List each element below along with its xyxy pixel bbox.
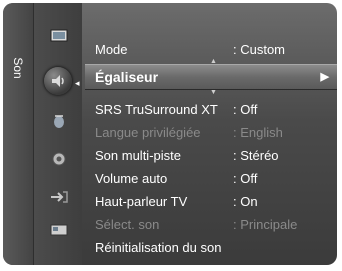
- application-icon[interactable]: [48, 219, 70, 241]
- side-tab: Son: [3, 3, 34, 265]
- menu-item-multipiste[interactable]: Son multi-piste : Stéréo: [85, 145, 337, 165]
- menu-item-srs[interactable]: SRS TruSurround XT : Off: [85, 99, 337, 119]
- scroll-down-icon: ▼: [210, 89, 217, 96]
- menu-item-label: Sélect. son: [95, 217, 160, 232]
- menu-item-value: : Custom: [233, 42, 286, 57]
- menu-item-mode[interactable]: Mode : Custom: [85, 39, 337, 59]
- menu-item-value: : On: [233, 194, 258, 209]
- selected-indicator-icon: ◂: [75, 78, 80, 88]
- submenu-arrow-icon: ▶: [320, 71, 329, 83]
- channel-icon[interactable]: [48, 110, 70, 132]
- menu-item-reinitialisation[interactable]: Réinitialisation du son: [85, 237, 337, 257]
- menu-item-value: : English: [233, 125, 283, 140]
- menu-item-volume-auto[interactable]: Volume auto : Off: [85, 168, 337, 188]
- menu-item-value: : Off: [233, 102, 258, 117]
- input-icon[interactable]: [48, 186, 70, 208]
- menu-item-value: : Principale: [233, 217, 298, 232]
- sound-menu-list: Mode : Custom ▲ Égaliseur ▶ ▼ SRS TruSur…: [85, 3, 337, 265]
- menu-item-label: Réinitialisation du son: [95, 240, 222, 255]
- menu-item-label: Mode: [95, 42, 128, 57]
- sound-menu-panel: Son ◂ Mode : Custom ▲ Égaliseur ▶ ▼ SRS …: [3, 3, 337, 265]
- menu-item-value: : Stéréo: [233, 148, 279, 163]
- menu-item-label: SRS TruSurround XT: [95, 102, 218, 117]
- menu-item-label: Égaliseur: [95, 69, 159, 85]
- menu-item-label: Haut-parleur TV: [95, 194, 188, 209]
- menu-item-langue: Langue privilégiée : English: [85, 122, 337, 142]
- menu-item-select-son: Sélect. son : Principale: [85, 214, 337, 234]
- menu-item-label: Son multi-piste: [95, 148, 181, 163]
- menu-item-label: Volume auto: [95, 171, 168, 186]
- menu-item-equalizer[interactable]: Égaliseur ▶: [85, 64, 337, 90]
- icon-column: ◂: [34, 3, 82, 265]
- sound-icon[interactable]: [44, 67, 72, 95]
- side-tab-label: Son: [11, 57, 25, 79]
- menu-item-label: Langue privilégiée: [95, 125, 201, 140]
- setup-icon[interactable]: [48, 148, 70, 170]
- menu-item-value: : Off: [233, 171, 258, 186]
- picture-icon[interactable]: [48, 25, 70, 47]
- menu-item-haut-parleur[interactable]: Haut-parleur TV : On: [85, 191, 337, 211]
